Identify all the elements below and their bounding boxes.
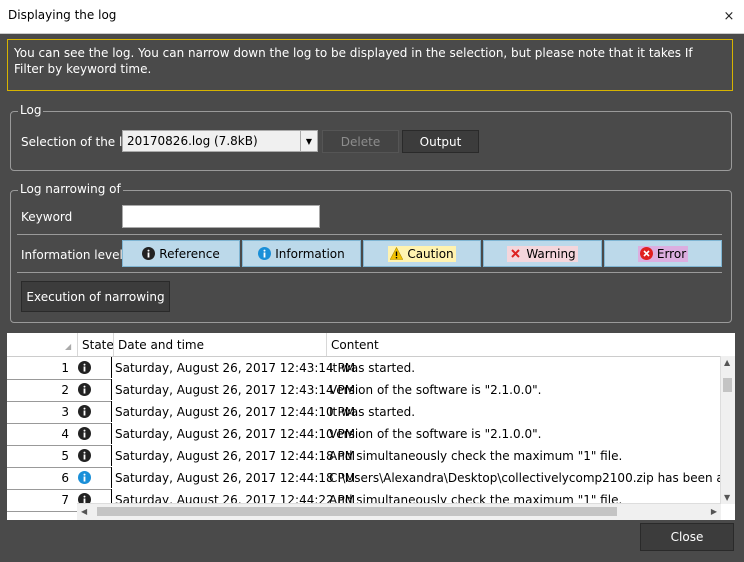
row-datetime: Saturday, August 26, 2017 12:44:10 PM <box>115 405 356 419</box>
row-datetime: Saturday, August 26, 2017 12:44:18 PM <box>115 449 356 463</box>
grid-header: ◢ State Date and time Content <box>7 333 721 357</box>
error-chip: Error <box>637 245 689 262</box>
row-datetime: Saturday, August 26, 2017 12:44:10 PM <box>115 427 356 441</box>
x-red-icon <box>509 247 522 260</box>
scroll-right-icon[interactable]: ▶ <box>711 507 717 516</box>
table-row[interactable]: 1 Saturday, August 26, 2017 12:43:14 PM It… <box>7 357 722 380</box>
row-datetime: Saturday, August 26, 2017 12:44:18 PM <box>115 471 356 485</box>
row-content: It was started. <box>329 405 416 419</box>
keyword-input[interactable] <box>122 205 320 228</box>
scroll-thumb[interactable] <box>97 507 617 516</box>
info-black-icon <box>78 383 91 399</box>
column-divider <box>326 333 327 356</box>
column-header-content[interactable]: Content <box>331 338 379 352</box>
table-row[interactable]: 4 Saturday, August 26, 2017 12:44:10 PM Ve… <box>7 423 722 446</box>
log-selection-label: Selection of the log <box>21 135 138 149</box>
row-datetime: Saturday, August 26, 2017 12:43:14 PM <box>115 361 356 375</box>
close-button[interactable]: Close <box>640 523 734 551</box>
window-title: Displaying the log <box>8 8 117 22</box>
level-caution-toggle[interactable]: Caution <box>363 240 481 267</box>
info-black-icon <box>78 405 91 421</box>
log-group-legend: Log <box>18 103 44 117</box>
info-blue-icon <box>258 247 272 260</box>
level-information-toggle[interactable]: Information <box>242 240 361 267</box>
row-number: 6 <box>61 471 69 485</box>
log-select-value: 20170826.log (7.8kB) <box>127 134 258 148</box>
notice-message: You can see the log. You can narrow down… <box>7 39 733 91</box>
table-row[interactable]: 3 Saturday, August 26, 2017 12:44:10 PM It… <box>7 401 722 424</box>
column-divider <box>77 333 78 356</box>
row-content: C:\Users\Alexandra\Desktop\collectivelyc… <box>329 471 735 485</box>
divider <box>17 272 722 273</box>
scroll-down-icon[interactable]: ▼ <box>724 493 730 502</box>
error-circle-icon <box>639 247 653 260</box>
row-content: It was started. <box>329 361 416 375</box>
info-black-icon <box>78 449 91 465</box>
keyword-label: Keyword <box>21 210 73 224</box>
row-number: 2 <box>61 383 69 397</box>
scroll-thumb[interactable] <box>723 378 732 392</box>
window-close-button[interactable]: × <box>714 0 744 33</box>
info-black-icon <box>142 247 156 260</box>
vertical-scrollbar[interactable]: ▲ ▼ <box>720 356 735 504</box>
level-caution-label: Caution <box>407 246 454 261</box>
title-bar: Displaying the log × <box>0 0 744 34</box>
row-content: And simultaneously check the maximum "1"… <box>329 449 623 463</box>
row-number: 5 <box>61 449 69 463</box>
narrowing-group-legend: Log narrowing of <box>18 182 123 196</box>
warning-triangle-icon <box>390 247 404 260</box>
log-grid[interactable]: ◢ State Date and time Content 1 Saturday,… <box>7 333 735 520</box>
info-blue-icon <box>78 471 91 487</box>
row-number: 1 <box>61 361 69 375</box>
information-level-label: Information level <box>21 248 123 262</box>
info-black-icon <box>78 361 91 377</box>
caution-chip: Caution <box>388 245 456 262</box>
level-error-toggle[interactable]: Error <box>604 240 722 267</box>
level-warning-label: Warning <box>526 246 576 261</box>
row-number: 7 <box>61 493 69 507</box>
chevron-down-icon[interactable]: ▼ <box>300 131 317 151</box>
level-reference-label: Reference <box>159 246 220 261</box>
divider <box>17 234 722 235</box>
column-header-datetime[interactable]: Date and time <box>118 338 204 352</box>
table-row[interactable]: 6 Saturday, August 26, 2017 12:44:18 PM C:… <box>7 467 735 490</box>
corner-cell-icon[interactable]: ◢ <box>65 342 71 351</box>
level-reference-toggle[interactable]: Reference <box>122 240 240 267</box>
info-black-icon <box>78 427 91 443</box>
horizontal-scrollbar[interactable]: ◀ ▶ <box>77 503 721 520</box>
scroll-up-icon[interactable]: ▲ <box>724 358 730 367</box>
column-header-state[interactable]: State <box>82 338 114 352</box>
row-datetime: Saturday, August 26, 2017 12:43:14 PM <box>115 383 356 397</box>
scroll-left-icon[interactable]: ◀ <box>81 507 87 516</box>
log-select[interactable]: 20170826.log (7.8kB) ▼ <box>122 130 318 152</box>
row-number: 4 <box>61 427 69 441</box>
warning-chip: Warning <box>507 245 578 262</box>
row-content: Version of the software is "2.1.0.0". <box>329 427 542 441</box>
execute-narrowing-button[interactable]: Execution of narrowing <box>21 281 170 312</box>
level-information-label: Information <box>275 246 345 261</box>
level-error-label: Error <box>656 246 687 261</box>
column-divider <box>113 333 114 356</box>
row-number: 3 <box>61 405 69 419</box>
table-row[interactable]: 2 Saturday, August 26, 2017 12:43:14 PM Ve… <box>7 379 722 402</box>
table-row[interactable]: 5 Saturday, August 26, 2017 12:44:18 PM An… <box>7 445 722 468</box>
row-content: Version of the software is "2.1.0.0". <box>329 383 542 397</box>
level-warning-toggle[interactable]: Warning <box>483 240 602 267</box>
delete-button[interactable]: Delete <box>322 130 399 153</box>
output-button[interactable]: Output <box>402 130 479 153</box>
